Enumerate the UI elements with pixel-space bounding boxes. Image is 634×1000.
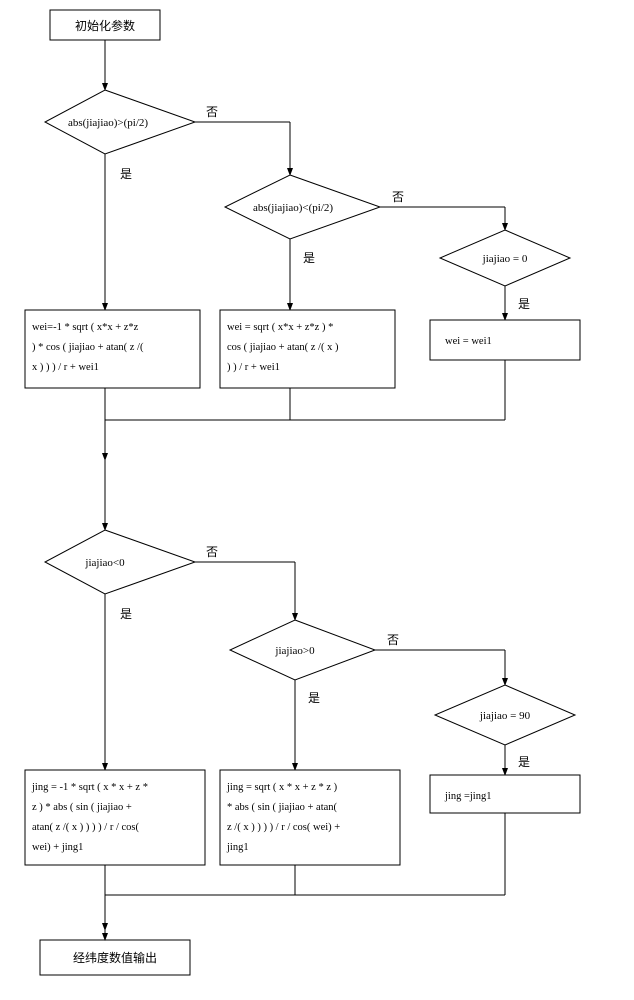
d1-label: abs(jiajiao)>(pi/2) [68,117,148,129]
d6-label: jiajiao = 90 [479,710,531,722]
d6-yes: 是 [518,755,530,769]
flowchart-svg: 初始化参数 abs(jiajiao)>(pi/2) 是 否 abs(jiajia… [0,0,634,1000]
p5-l3: z /( x ) ) ) ) / r / cos( wei) + [227,822,340,833]
p4-l1: jing = -1 * sqrt ( x * x + z * [31,782,148,793]
p4-l4: wei) + jing1 [32,842,83,853]
d4-no: 否 [206,545,218,559]
p2-l3: ) ) / r + wei1 [227,362,280,373]
p1-l1: wei=-1 * sqrt ( x*x + z*z [32,322,139,333]
d5-label: jiajiao>0 [274,645,315,657]
p4-l3: atan( z /( x ) ) ) ) / r / cos( [32,822,139,833]
d3-label: jiajiao = 0 [482,253,528,265]
p5-l4: jing1 [226,842,249,853]
d4-yes: 是 [120,607,132,621]
d1-no: 否 [206,105,218,119]
start-label: 初始化参数 [75,18,135,33]
d3-yes: 是 [518,297,530,311]
p1-l3: x ) ) ) / r + wei1 [32,362,99,373]
d5-no: 否 [387,633,399,647]
p5-l2: * abs ( sin ( jiajiao + atan( [227,802,338,813]
p2-l2: cos ( jiajiao + atan( z /( x ) [227,342,339,353]
p6-label: jing =jing1 [444,791,491,802]
d2-label: abs(jiajiao)<(pi/2) [253,202,333,214]
d4-label: jiajiao<0 [84,557,125,569]
p5-l1: jing = sqrt ( x * x + z * z ) [226,782,338,793]
p2-l1: wei = sqrt ( x*x + z*z ) * [227,322,333,333]
p4-l2: z ) * abs ( sin ( jiajiao + [32,802,132,813]
d2-no: 否 [392,190,404,204]
p3-label: wei = wei1 [445,336,492,347]
d5-yes: 是 [308,691,320,705]
d2-yes: 是 [303,251,315,265]
d1-yes: 是 [120,167,132,181]
p1-l2: ) * cos ( jiajiao + atan( z /( [32,342,144,353]
end-label: 经纬度数值输出 [73,950,157,965]
